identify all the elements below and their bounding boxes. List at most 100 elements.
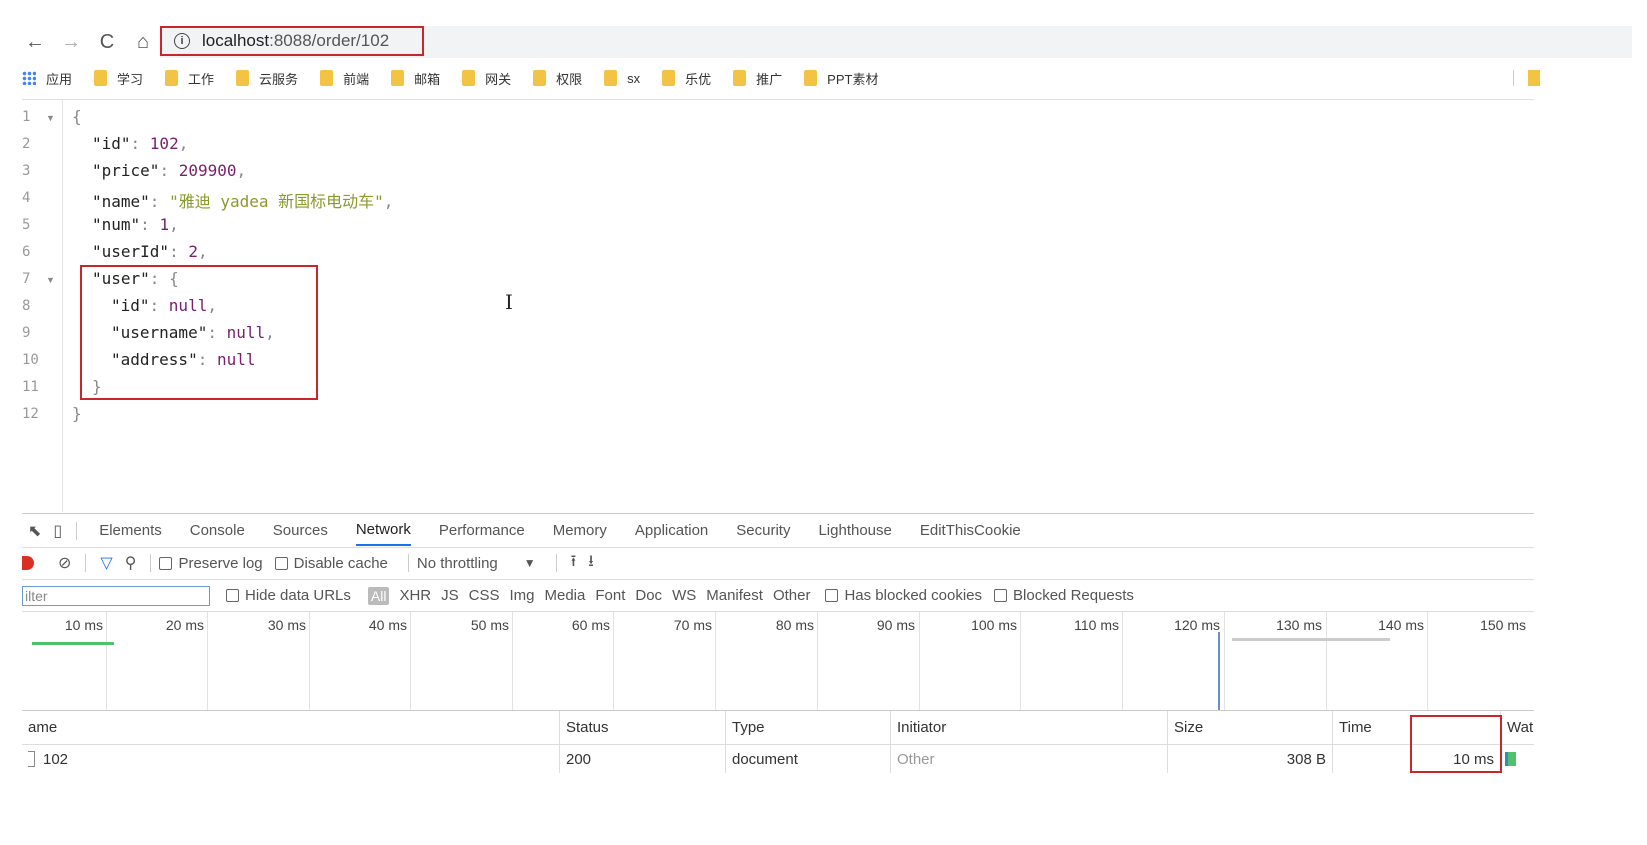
divider — [150, 554, 152, 572]
filter-font[interactable]: Font — [595, 587, 625, 604]
throttling-select[interactable]: No throttling ▼ — [417, 555, 536, 572]
preserve-log-checkbox[interactable]: Preserve log — [159, 555, 263, 572]
browser-nav: ← → C ⌂ — [22, 26, 166, 58]
bookmark-item[interactable]: 权限 — [533, 69, 582, 88]
timeline-gridline — [106, 612, 107, 710]
tab-elements[interactable]: Elements — [99, 516, 162, 545]
table-row[interactable]: 102 200 document Other 308 B 10 ms — [22, 745, 1534, 773]
tab-lighthouse[interactable]: Lighthouse — [818, 516, 891, 545]
filter-xhr[interactable]: XHR — [399, 587, 431, 604]
json-line: "price": 209900, — [92, 161, 247, 180]
search-icon[interactable]: ⚲ — [125, 553, 137, 573]
timeline-gridline — [1020, 612, 1021, 710]
bookmarks-separator — [22, 99, 1534, 100]
fold-toggle-icon[interactable]: ▼ — [46, 275, 55, 285]
folder-icon — [733, 70, 747, 86]
filter-media[interactable]: Media — [545, 587, 586, 604]
column-header-type[interactable]: Type — [726, 711, 891, 744]
column-header-name[interactable]: ame — [22, 711, 560, 744]
timeline-tick-label: 30 ms — [267, 617, 306, 633]
filter-js[interactable]: JS — [441, 587, 459, 604]
filter-img[interactable]: Img — [509, 587, 534, 604]
tab-strip — [0, 0, 1647, 22]
bookmark-item[interactable]: 推广 — [733, 69, 782, 88]
bookmark-item[interactable]: 网关 — [462, 69, 511, 88]
bookmark-item[interactable]: PPT素材 — [804, 69, 878, 88]
column-header-size[interactable]: Size — [1168, 711, 1333, 744]
disable-cache-checkbox[interactable]: Disable cache — [274, 555, 388, 572]
timeline-gridline — [410, 612, 411, 710]
filter-doc[interactable]: Doc — [635, 587, 662, 604]
inspect-icon[interactable]: ⬉ — [28, 521, 41, 541]
filter-input[interactable]: ilter — [22, 585, 210, 606]
filter-css[interactable]: CSS — [469, 587, 500, 604]
bookmark-item[interactable]: 邮箱 — [391, 69, 440, 88]
forward-icon[interactable]: → — [58, 29, 84, 55]
tab-editthiscookie[interactable]: EditThisCookie — [920, 516, 1021, 545]
timeline-tick-label: 60 ms — [571, 617, 610, 633]
divider — [407, 554, 409, 572]
cell-size: 308 B — [1168, 745, 1333, 773]
back-icon[interactable]: ← — [22, 29, 48, 55]
timeline-gridline — [715, 612, 716, 710]
folder-icon — [165, 70, 179, 86]
divider — [85, 554, 87, 572]
bookmark-item[interactable]: 工作 — [165, 69, 214, 88]
tab-security[interactable]: Security — [736, 516, 790, 545]
timeline-tick-label: 110 ms — [1074, 617, 1119, 633]
line-number: 7 — [22, 271, 31, 287]
highlight-box-time — [1410, 715, 1502, 773]
bookmark-item[interactable]: 学习 — [94, 69, 143, 88]
address-bar[interactable]: i localhost:8088/order/102 — [160, 26, 424, 56]
timeline-tick-label: 40 ms — [368, 617, 407, 633]
info-icon[interactable]: i — [174, 33, 190, 49]
folder-icon — [533, 70, 547, 86]
record-icon[interactable] — [22, 556, 34, 570]
tab-sources[interactable]: Sources — [273, 516, 328, 545]
bookmark-item[interactable]: sx — [604, 70, 640, 86]
filter-icon[interactable]: ▽ — [100, 553, 112, 573]
timeline-tick-label: 70 ms — [673, 617, 712, 633]
timeline-tick-label: 120 ms — [1174, 617, 1220, 633]
checkbox-icon — [159, 556, 173, 570]
timeline-gridline — [1427, 612, 1428, 710]
network-timeline[interactable]: 10 ms 20 ms 30 ms 40 ms 50 ms 60 ms 70 m… — [22, 612, 1534, 711]
json-line: "id": 102, — [92, 134, 189, 153]
divider — [555, 554, 557, 572]
line-number: 5 — [22, 217, 31, 233]
tab-performance[interactable]: Performance — [439, 516, 525, 545]
tab-network[interactable]: Network — [355, 515, 411, 546]
column-header-status[interactable]: Status — [560, 711, 726, 744]
tab-console[interactable]: Console — [190, 516, 245, 545]
filter-all[interactable]: All — [367, 586, 390, 605]
bookmark-apps[interactable]: 应用 — [22, 69, 72, 88]
timeline-tick-label: 50 ms — [470, 617, 509, 633]
column-header-initiator[interactable]: Initiator — [891, 711, 1168, 744]
column-header-waterfall[interactable]: Wat — [1501, 711, 1534, 744]
clear-icon[interactable]: ⊘ — [58, 553, 71, 573]
blocked-requests-checkbox[interactable]: Blocked Requests — [994, 587, 1134, 604]
tab-memory[interactable]: Memory — [553, 516, 607, 545]
filter-manifest[interactable]: Manifest — [706, 587, 763, 604]
timeline-tick-label: 90 ms — [876, 617, 915, 633]
filter-other[interactable]: Other — [773, 587, 811, 604]
checkbox-icon — [226, 589, 239, 602]
bookmark-item[interactable]: 云服务 — [236, 69, 298, 88]
hide-data-urls-checkbox[interactable]: Hide data URLs — [226, 587, 351, 604]
bookmark-item[interactable]: 乐优 — [662, 69, 711, 88]
has-blocked-cookies-checkbox[interactable]: Has blocked cookies — [825, 587, 982, 604]
tab-application[interactable]: Application — [635, 516, 708, 545]
timeline-tick-label: 80 ms — [775, 617, 814, 633]
timeline-request-bar — [32, 642, 114, 645]
filter-ws[interactable]: WS — [672, 587, 696, 604]
bookmark-item[interactable]: 前端 — [320, 69, 369, 88]
device-toggle-icon[interactable]: ▯ — [53, 521, 62, 541]
timeline-gridline — [919, 612, 920, 710]
upload-icon[interactable]: ⭱ — [571, 550, 577, 577]
home-icon[interactable]: ⌂ — [130, 29, 156, 55]
timeline-dom-loaded-marker — [1218, 632, 1220, 710]
fold-toggle-icon[interactable]: ▼ — [46, 113, 55, 123]
folder-icon[interactable] — [1528, 70, 1540, 86]
download-icon[interactable]: ⭳ — [588, 550, 594, 577]
reload-icon[interactable]: C — [94, 29, 120, 55]
